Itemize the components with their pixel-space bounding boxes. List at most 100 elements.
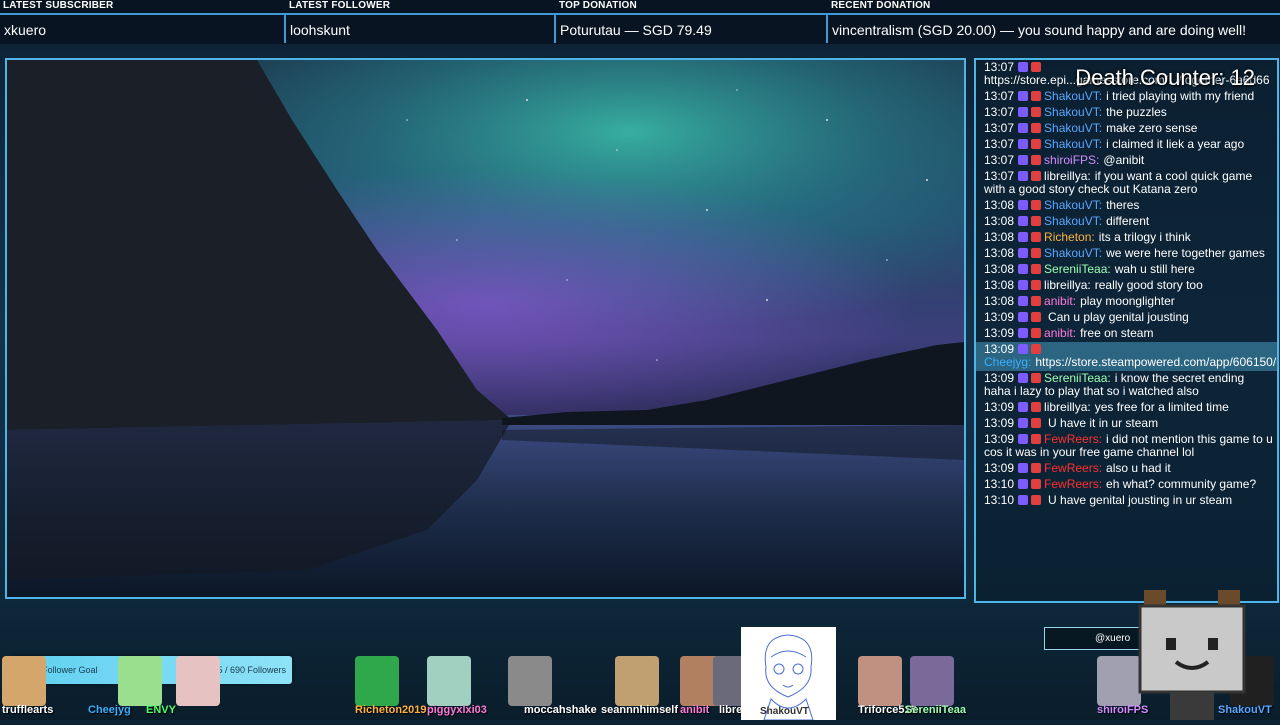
chat-username[interactable]: ShakouVT: (1044, 89, 1102, 103)
chat-username[interactable]: ShakouVT: (1044, 121, 1102, 135)
divider-line (828, 13, 1280, 15)
chat-text: @anibit (1103, 153, 1145, 167)
chat-badge-icon (1018, 296, 1029, 306)
chat-badge-icon (1031, 200, 1042, 210)
chat-timestamp: 13:08 (984, 262, 1015, 276)
chat-timestamp: 13:08 (984, 230, 1015, 244)
viewer-name: Cheejyg (88, 704, 131, 716)
chat-message: 13:09 FewReers: also u had it (976, 461, 1277, 477)
viewer-avatar (615, 656, 659, 706)
chat-badge-icon (1031, 155, 1042, 165)
latest-follower-panel: LATEST FOLLOWER loohskunt (286, 0, 554, 44)
chat-timestamp: 13:09 (984, 432, 1015, 446)
chat-message: 13:08 ShakouVT: different (976, 214, 1277, 230)
chat-username[interactable]: ShakouVT: (1044, 198, 1102, 212)
chat-text: we were here together games (1106, 246, 1265, 260)
chat-text: yes free for a limited time (1094, 400, 1229, 414)
chat-text: U have it in ur steam (1048, 416, 1159, 430)
chat-badge-icon (1031, 171, 1042, 181)
streamer-name: ShakouVT (760, 706, 809, 717)
latest-subscriber-panel: LATEST SUBSCRIBER xkuero (0, 0, 284, 44)
chat-username[interactable]: Cheejyg: (984, 355, 1031, 369)
top-donation-panel: TOP DONATION Poturutau — SGD 79.49 (556, 0, 826, 44)
chat-badge-icon (1031, 62, 1042, 72)
chat-text: also u had it (1106, 461, 1171, 475)
chat-username[interactable]: FewReers: (1044, 477, 1102, 491)
latest-follower-value: loohskunt (290, 22, 350, 38)
chat-username[interactable]: shiroiFPS: (1044, 153, 1099, 167)
chat-timestamp: 13:08 (984, 278, 1015, 292)
chat-badge-icon (1018, 402, 1029, 412)
chat-username[interactable]: FewReers: (1044, 432, 1102, 446)
chat-text: i tried playing with my friend (1106, 89, 1255, 103)
chat-timestamp: 13:07 (984, 169, 1015, 183)
chat-badge-icon (1031, 402, 1042, 412)
chat-message: 13:09 Can u play genital jousting (976, 310, 1277, 326)
chat-username[interactable]: ShakouVT: (1044, 105, 1102, 119)
recent-donation-panel: RECENT DONATION vincentralism (SGD 20.00… (828, 0, 1280, 44)
chat-username[interactable]: ShakouVT: (1044, 137, 1102, 151)
chat-message: 13:08 Richeton: its a trilogy i think (976, 230, 1277, 246)
chat-message: 13:07 ShakouVT: i tried playing with my fr… (976, 89, 1277, 105)
chat-text: theres (1106, 198, 1140, 212)
viewer-name: ENVY (146, 704, 176, 716)
chat-timestamp: 13:07 (984, 121, 1015, 135)
viewer-name: piggyxlxi03 (427, 704, 487, 716)
chat-message: 13:09 anibit: free on steam (976, 326, 1277, 342)
chat-username[interactable]: FewReers: (1044, 461, 1102, 475)
chat-text: different (1106, 214, 1150, 228)
viewer-name: anibit (680, 704, 710, 716)
chat-message: 13:07 ShakouVT: make zero sense (976, 121, 1277, 137)
chat-badge-icon (1018, 373, 1029, 383)
chat-username[interactable]: libreillya: (1044, 400, 1091, 414)
chat-message: 13:07 shiroiFPS: @anibit (976, 153, 1277, 169)
chat-message: 13:08 anibit: play moonglighter (976, 294, 1277, 310)
chat-username[interactable]: ShakouVT: (1044, 214, 1102, 228)
chat-timestamp: 13:10 (984, 493, 1015, 507)
chat-username[interactable]: anibit: (1044, 294, 1076, 308)
top-donation-value: Poturutau — SGD 79.49 (560, 22, 712, 38)
chat-badge-icon (1031, 434, 1042, 444)
chat-username[interactable]: libreillya: (1044, 169, 1091, 183)
chat-badge-icon (1031, 495, 1042, 505)
chat-timestamp: 13:09 (984, 461, 1015, 475)
viewer-name: trufflearts (2, 704, 54, 716)
aurora-landscape-image (7, 60, 964, 597)
top-donation-label: TOP DONATION (559, 0, 637, 11)
chat-badge-icon (1031, 312, 1042, 322)
mention-text: @xuero (1095, 633, 1131, 644)
game-capture-frame (5, 58, 966, 599)
chat-username[interactable]: SereniiTeaa: (1044, 371, 1111, 385)
chat-timestamp: 13:09 (984, 342, 1015, 356)
chat-timestamp: 13:07 (984, 153, 1015, 167)
chat-badge-icon (1018, 123, 1029, 133)
chat-badge-icon (1031, 232, 1042, 242)
viewer-avatar (355, 656, 399, 706)
chat-badge-icon (1018, 248, 1029, 258)
chat-panel[interactable]: 13:07https://store.epi...gamesstore.com/… (974, 58, 1279, 603)
viewer-avatar (2, 656, 46, 706)
chat-username[interactable]: Richeton: (1044, 230, 1095, 244)
chat-timestamp: 13:08 (984, 246, 1015, 260)
chat-badge-icon (1018, 463, 1029, 473)
chat-text: the puzzles (1106, 105, 1167, 119)
viewer-avatar (118, 656, 162, 706)
chat-username[interactable]: SereniiTeaa: (1044, 262, 1111, 276)
viewer-avatar (427, 656, 471, 706)
chat-badge-icon (1018, 280, 1029, 290)
chat-message: 13:07 ShakouVT: i claimed it liek a year a… (976, 137, 1277, 153)
chat-username[interactable]: ShakouVT: (1044, 246, 1102, 260)
latest-subscriber-value: xkuero (4, 22, 47, 38)
latest-follower-label: LATEST FOLLOWER (289, 0, 391, 11)
chat-badge-icon (1018, 200, 1029, 210)
chat-message: 13:07 libreillya: if you want a cool quick… (976, 169, 1277, 198)
chat-username[interactable]: libreillya: (1044, 278, 1091, 292)
stream-info-bar: LATEST SUBSCRIBER xkuero LATEST FOLLOWER… (0, 0, 1280, 44)
chat-badge-icon (1031, 248, 1042, 258)
chat-username[interactable]: anibit: (1044, 326, 1076, 340)
latest-subscriber-label: LATEST SUBSCRIBER (3, 0, 114, 11)
chat-message: 13:08 SereniiTeaa: wah u still here (976, 262, 1277, 278)
chat-timestamp: 13:08 (984, 214, 1015, 228)
robot-mascot-icon (1138, 590, 1246, 720)
chat-badge-icon (1018, 434, 1029, 444)
